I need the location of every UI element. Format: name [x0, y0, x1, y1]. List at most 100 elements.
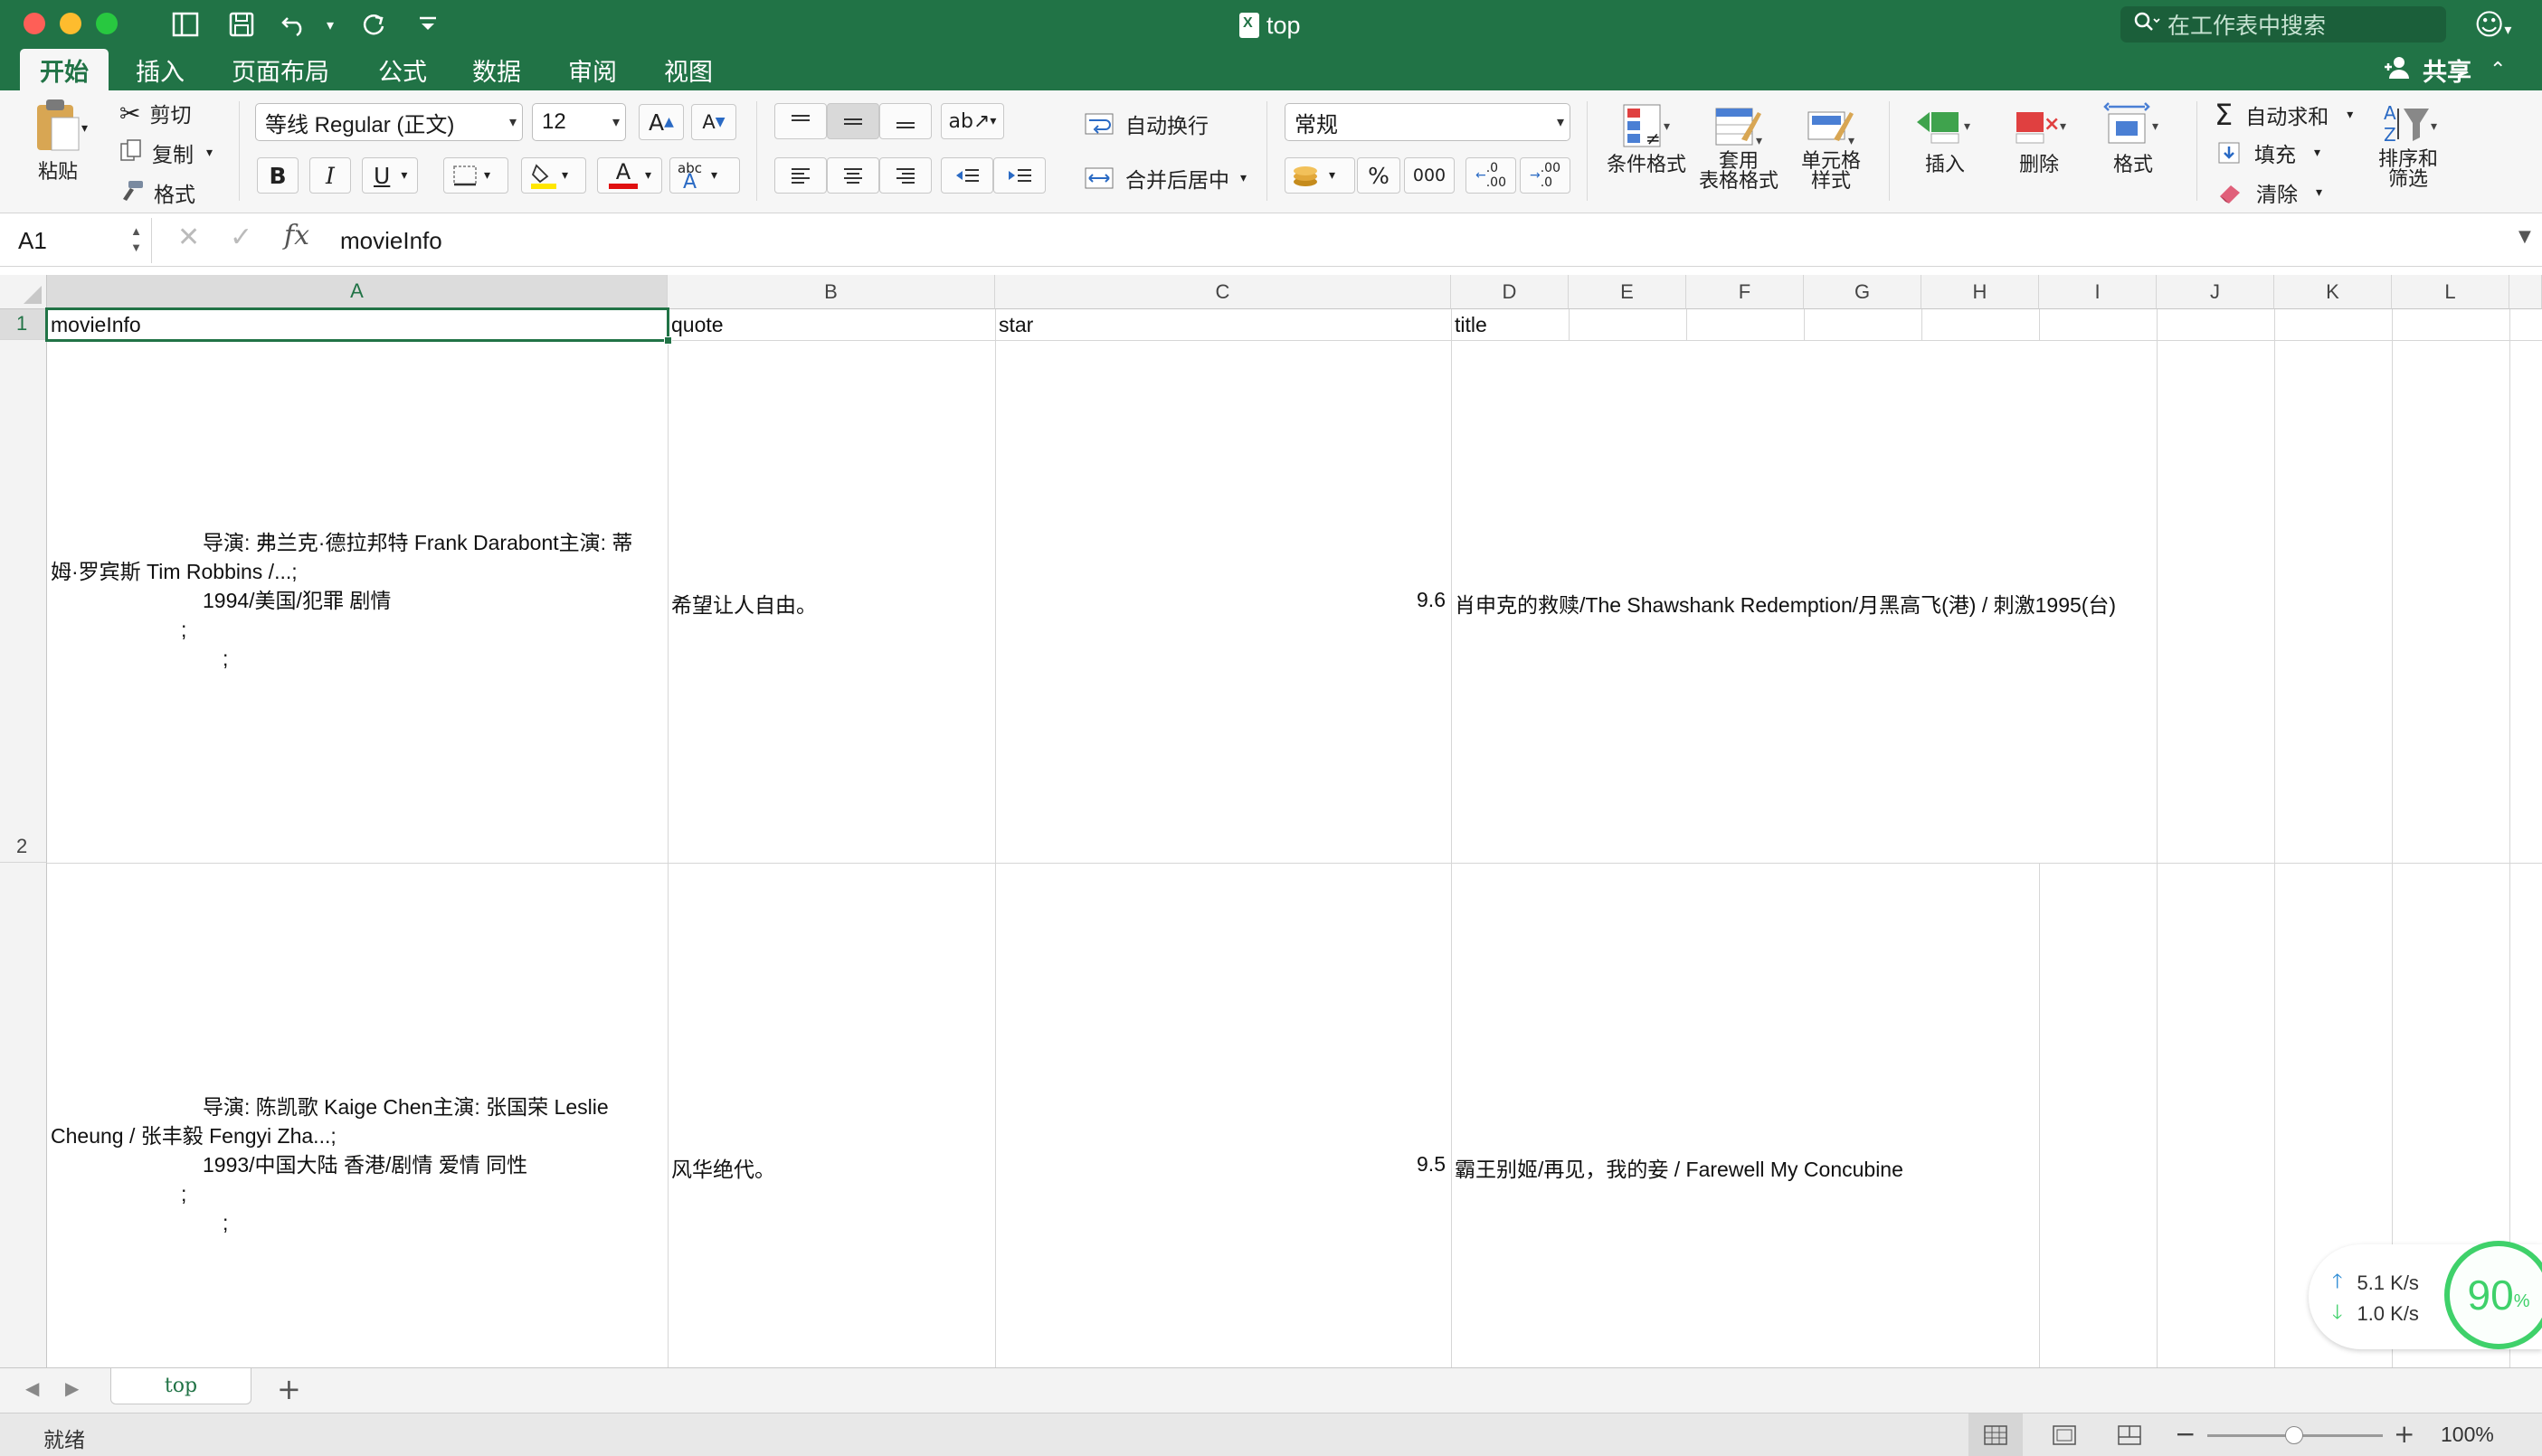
- cell-a3-line[interactable]: 导演: 陈凯歌 Kaige Chen主演: 张国荣 Leslie: [203, 1092, 609, 1121]
- cell-d2[interactable]: 肖申克的救赎/The Shawshank Redemption/月黑高飞(港) …: [1455, 588, 2116, 619]
- column-header-a[interactable]: A: [47, 275, 668, 309]
- row-header-1[interactable]: 1: [0, 309, 47, 340]
- format-as-table-button[interactable]: ▾ 套用 表格格式: [1693, 99, 1784, 192]
- next-sheet-icon[interactable]: ▶: [65, 1377, 79, 1399]
- zoom-slider-thumb[interactable]: [2285, 1426, 2303, 1444]
- increase-decimal-button[interactable]: ← .0.00: [1465, 157, 1516, 194]
- paste-dropdown-icon[interactable]: ▾: [81, 121, 88, 136]
- name-box[interactable]: A1 ▲ ▼: [0, 218, 152, 263]
- wrap-text-button[interactable]: 自动换行: [1084, 109, 1209, 139]
- borders-button[interactable]: ▾: [443, 157, 508, 194]
- tab-formulas[interactable]: 公式: [358, 49, 447, 90]
- align-left-button[interactable]: [774, 157, 827, 194]
- cell-a3-line[interactable]: 1993/中国大陆 香港/剧情 爱情 同性: [203, 1150, 527, 1179]
- decrease-indent-button[interactable]: [941, 157, 993, 194]
- minimize-window-button[interactable]: [60, 13, 81, 34]
- cell-a2-line[interactable]: ;: [223, 644, 228, 673]
- merge-dropdown-icon[interactable]: ▾: [1240, 171, 1247, 185]
- cell-a3-line[interactable]: ;: [181, 1179, 186, 1208]
- page-layout-view-button[interactable]: [2039, 1413, 2090, 1456]
- zoom-in-button[interactable]: +: [2394, 1419, 2414, 1449]
- tab-review[interactable]: 审阅: [548, 49, 637, 90]
- font-color-button[interactable]: A ▾: [597, 157, 662, 194]
- paste-button[interactable]: 粘贴: [22, 98, 94, 183]
- sheet-tab-top[interactable]: top: [110, 1368, 251, 1404]
- column-header-j[interactable]: J: [2157, 275, 2274, 309]
- row-header-3[interactable]: [0, 863, 47, 1367]
- cancel-entry-icon[interactable]: ✕: [177, 222, 200, 253]
- column-header-d[interactable]: D: [1451, 275, 1569, 309]
- column-header-b[interactable]: B: [668, 275, 995, 309]
- column-header-e[interactable]: E: [1569, 275, 1686, 309]
- align-center-button[interactable]: [827, 157, 879, 194]
- align-right-button[interactable]: [879, 157, 932, 194]
- tab-page-layout[interactable]: 页面布局: [212, 49, 349, 90]
- normal-view-button[interactable]: [1968, 1413, 2023, 1456]
- percent-style-button[interactable]: %: [1357, 157, 1400, 194]
- zoom-level[interactable]: 100%: [2441, 1423, 2494, 1447]
- close-window-button[interactable]: [24, 13, 45, 34]
- undo-dropdown-icon[interactable]: ▾: [313, 7, 347, 42]
- cut-button[interactable]: ✂ 剪切: [119, 98, 191, 128]
- font-name-select[interactable]: 等线 Regular (正文) ▾: [255, 103, 523, 141]
- column-header-l[interactable]: L: [2392, 275, 2509, 309]
- cell-a3-line[interactable]: Cheung / 张丰毅 Fengyi Zha...;: [51, 1121, 337, 1150]
- expand-formula-bar-icon[interactable]: ▼: [2518, 227, 2531, 246]
- memory-usage-gauge[interactable]: 90%: [2444, 1241, 2542, 1349]
- increase-indent-button[interactable]: [993, 157, 1046, 194]
- conditional-formatting-button[interactable]: ≠ ▾ 条件格式: [1601, 99, 1692, 175]
- underline-button[interactable]: U ▾: [362, 157, 418, 194]
- fill-handle[interactable]: [664, 336, 672, 345]
- column-header-h[interactable]: H: [1921, 275, 2039, 309]
- tab-home[interactable]: 开始: [20, 49, 109, 90]
- cell-styles-button[interactable]: ▾ 单元格 样式: [1786, 99, 1876, 192]
- orientation-button[interactable]: ab↗ ▾: [941, 103, 1004, 139]
- save-icon[interactable]: [224, 7, 259, 42]
- confirm-entry-icon[interactable]: ✓: [230, 222, 252, 253]
- column-header-i[interactable]: I: [2039, 275, 2157, 309]
- sidebar-toggle-icon[interactable]: [168, 7, 203, 42]
- select-all-corner[interactable]: [0, 275, 47, 309]
- tab-view[interactable]: 视图: [644, 49, 733, 90]
- clear-button[interactable]: 清除 ▾: [2216, 177, 2322, 208]
- zoom-out-button[interactable]: −: [2175, 1419, 2196, 1449]
- redo-icon[interactable]: [356, 7, 391, 42]
- spreadsheet-grid[interactable]: A B C D E F G H I J K L 1 2 movieInfo qu…: [0, 275, 2542, 1367]
- cell-a2-line[interactable]: ;: [181, 615, 186, 644]
- bold-button[interactable]: B: [257, 157, 299, 194]
- format-painter-button[interactable]: 格式: [119, 177, 195, 208]
- row-header-2[interactable]: 2: [0, 340, 47, 863]
- cell-c1[interactable]: star: [999, 313, 1033, 337]
- format-cells-button[interactable]: ▾ 格式: [2090, 99, 2177, 175]
- column-header-f[interactable]: F: [1686, 275, 1804, 309]
- cell-b3[interactable]: 风华绝代。: [671, 1152, 775, 1183]
- cell-c3[interactable]: 9.5: [999, 1152, 1446, 1177]
- decrease-font-size-button[interactable]: A ▼: [691, 104, 736, 140]
- increase-font-size-button[interactable]: A ▲: [639, 104, 684, 140]
- formula-input[interactable]: movieInfo: [340, 220, 442, 261]
- add-sheet-icon[interactable]: +: [277, 1372, 301, 1406]
- previous-sheet-icon[interactable]: ◀: [25, 1377, 39, 1399]
- cell-d3[interactable]: 霸王别姬/再见，我的妾 / Farewell My Concubine: [1455, 1152, 1903, 1183]
- cell-c2[interactable]: 9.6: [999, 588, 1446, 612]
- autosum-button[interactable]: Σ 自动求和 ▾: [2215, 98, 2353, 132]
- name-box-stepper-icon[interactable]: ▲ ▼: [130, 223, 142, 256]
- feedback-smiley-icon[interactable]: ☺▾: [2474, 7, 2511, 42]
- cell-b2[interactable]: 希望让人自由。: [671, 588, 817, 619]
- delete-cells-button[interactable]: × ▾ 删除: [1996, 99, 2082, 175]
- align-bottom-button[interactable]: [879, 103, 932, 139]
- italic-button[interactable]: I: [309, 157, 351, 194]
- cell-a2-line[interactable]: 导演: 弗兰克·德拉邦特 Frank Darabont主演: 蒂: [203, 528, 632, 557]
- copy-button[interactable]: 复制 ▾: [119, 137, 213, 168]
- tab-data[interactable]: 数据: [452, 49, 541, 90]
- fill-button[interactable]: 填充 ▾: [2216, 137, 2320, 168]
- insert-function-icon[interactable]: fx: [284, 220, 309, 251]
- tab-insert[interactable]: 插入: [116, 49, 204, 90]
- column-header-k[interactable]: K: [2274, 275, 2392, 309]
- align-middle-button[interactable]: [827, 103, 879, 139]
- collapse-ribbon-icon[interactable]: ⌃: [2490, 59, 2506, 81]
- undo-icon[interactable]: [277, 7, 311, 42]
- page-break-view-button[interactable]: [2104, 1413, 2155, 1456]
- copy-dropdown-icon[interactable]: ▾: [206, 146, 213, 160]
- column-header-c[interactable]: C: [995, 275, 1451, 309]
